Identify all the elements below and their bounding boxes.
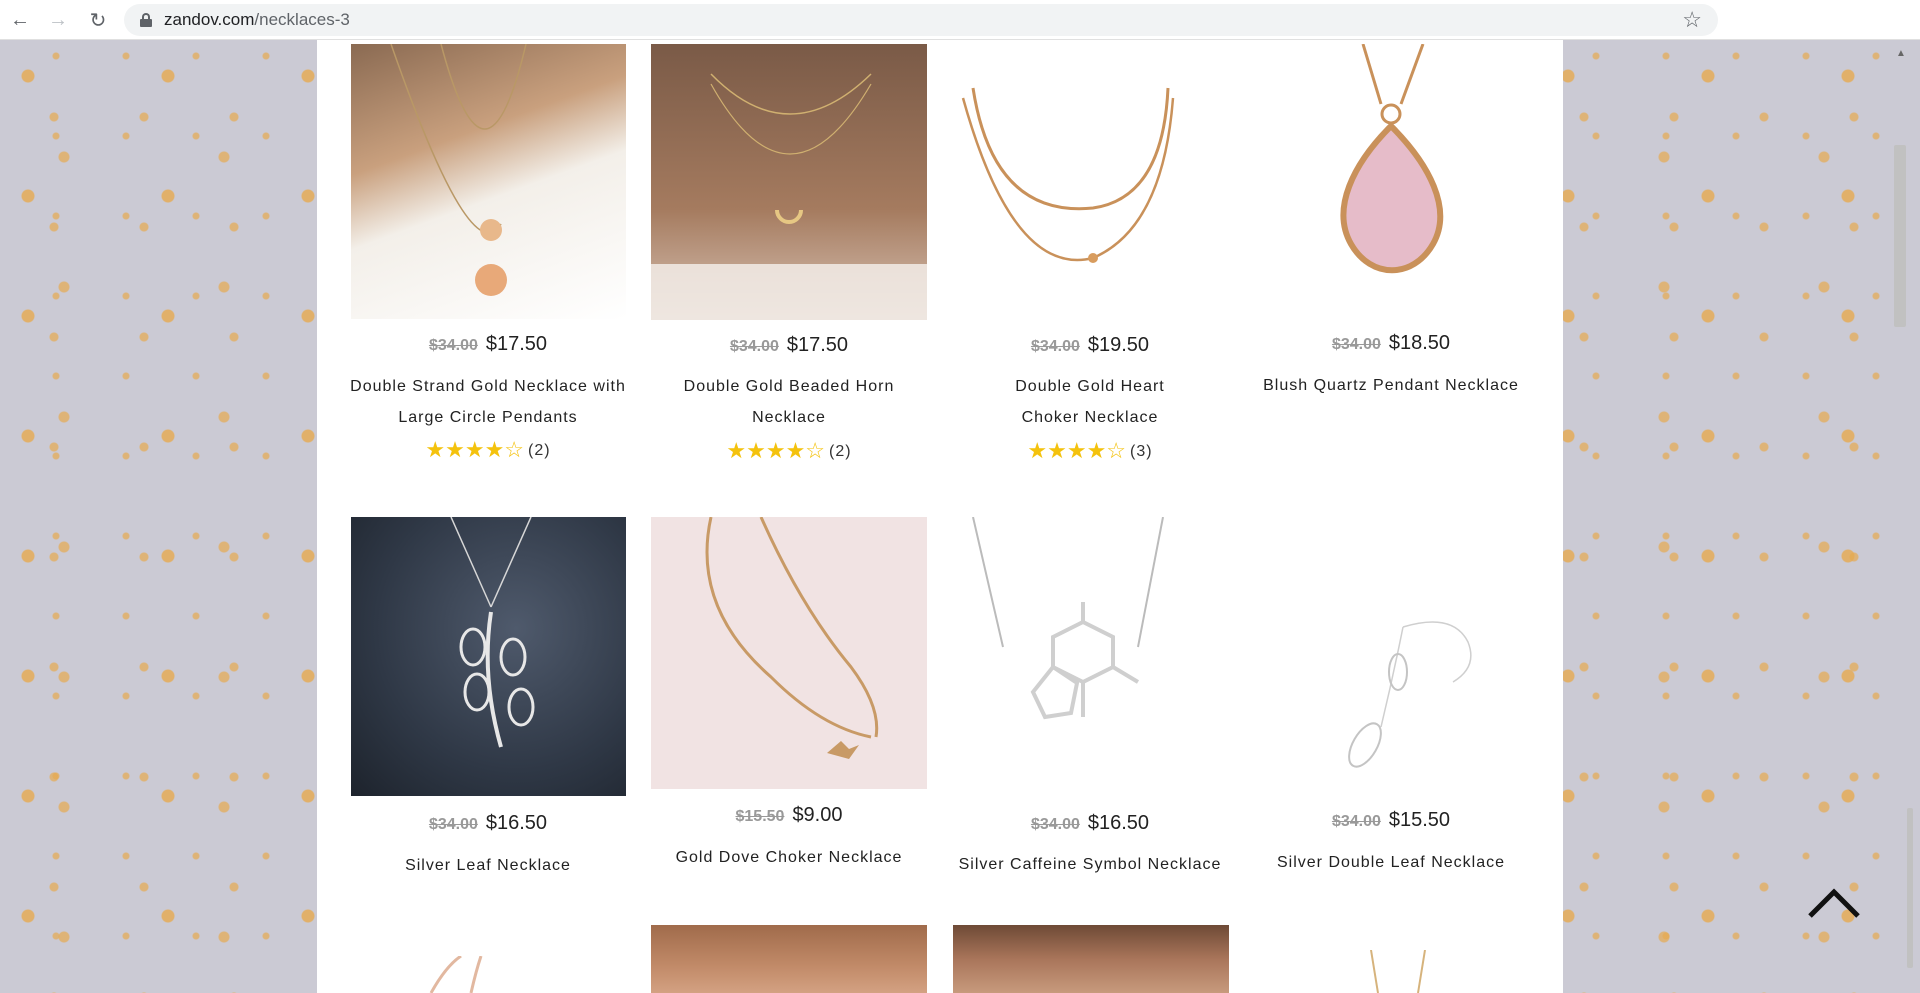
- url-text: zandov.com/necklaces-3: [164, 10, 350, 30]
- product-image[interactable]: [351, 517, 626, 796]
- necklace-image: [651, 73, 927, 320]
- price-row: $34.00 $17.50: [639, 334, 939, 357]
- original-price: $34.00: [1331, 336, 1381, 353]
- necklace-image: [429, 956, 483, 993]
- forward-arrow-icon[interactable]: →: [38, 0, 78, 40]
- star-rating-icon: ★★★★☆: [726, 438, 826, 463]
- product-rating: ★★★★☆ (3): [945, 438, 1235, 464]
- sale-price: $19.50: [1087, 334, 1150, 356]
- review-count[interactable]: (2): [829, 443, 852, 460]
- star-rating-icon: ★★★★☆: [425, 437, 525, 462]
- product-image[interactable]: [953, 925, 1229, 993]
- product-name[interactable]: Double Strand Gold Necklace with Large C…: [343, 371, 633, 433]
- price-row: $34.00 $15.50: [1241, 809, 1541, 832]
- product-image[interactable]: [1253, 517, 1529, 793]
- price-row: $34.00 $16.50: [940, 812, 1240, 835]
- necklace-image: [390, 44, 527, 296]
- original-price: $15.50: [735, 808, 785, 825]
- original-price: $34.00: [729, 338, 779, 355]
- product-image[interactable]: [351, 44, 626, 319]
- product-rating: ★★★★☆ (2): [343, 437, 633, 463]
- review-count[interactable]: (3): [1130, 443, 1153, 460]
- product-image[interactable]: [1253, 44, 1529, 320]
- sale-price: $17.50: [786, 334, 849, 356]
- browser-toolbar: ← → ↻ zandov.com/necklaces-3 ☆: [0, 0, 1920, 40]
- sale-price: $15.50: [1388, 809, 1451, 831]
- price-row: $34.00 $19.50: [940, 334, 1240, 357]
- product-image[interactable]: [651, 925, 927, 993]
- sale-price: $18.50: [1388, 332, 1451, 354]
- necklace-image: [450, 517, 535, 748]
- product-image[interactable]: [651, 517, 927, 789]
- original-price: $34.00: [428, 816, 478, 833]
- product-rating: ★★★★☆ (2): [644, 438, 934, 464]
- product-grid: $34.00 $17.50 $34.00 $17.50 $34.00 $19.50 $…: [317, 40, 1563, 993]
- sale-price: $16.50: [1087, 812, 1150, 834]
- original-price: $34.00: [1030, 338, 1080, 355]
- necklace-image: [1348, 621, 1472, 768]
- original-price: $34.00: [1030, 816, 1080, 833]
- sale-price: $17.50: [485, 333, 548, 355]
- review-count[interactable]: (2): [528, 442, 551, 459]
- product-name[interactable]: Silver Double Leaf Necklace: [1246, 847, 1536, 878]
- scroll-up-arrow-icon[interactable]: ▲: [1896, 48, 1906, 59]
- necklace-image: [705, 517, 879, 759]
- scroll-to-top-button[interactable]: [1806, 884, 1862, 924]
- product-name[interactable]: Blush Quartz Pendant Necklace: [1246, 370, 1536, 401]
- necklace-image: [1340, 44, 1444, 274]
- url-domain: zandov.com: [164, 10, 255, 29]
- star-rating-icon: ★★★★☆: [1027, 438, 1127, 463]
- address-bar[interactable]: zandov.com/necklaces-3 ☆: [124, 4, 1718, 36]
- original-price: $34.00: [1331, 813, 1381, 830]
- chevron-up-icon: [1808, 888, 1860, 918]
- star-icon[interactable]: ☆: [1682, 8, 1702, 32]
- price-row: $15.50 $9.00: [639, 804, 939, 827]
- product-image[interactable]: [651, 44, 927, 320]
- product-name[interactable]: Gold Dove Choker Necklace: [644, 842, 934, 873]
- price-row: $34.00 $18.50: [1241, 332, 1541, 355]
- product-image[interactable]: [953, 517, 1183, 757]
- product-name[interactable]: Double Gold Beaded Horn Necklace: [644, 371, 934, 433]
- price-row: $34.00 $17.50: [338, 333, 638, 356]
- scrollbar-thumb[interactable]: [1894, 145, 1906, 327]
- product-name[interactable]: Silver Caffeine Symbol Necklace: [945, 849, 1235, 880]
- original-price: $34.00: [428, 337, 478, 354]
- necklace-image: [972, 517, 1164, 720]
- product-name[interactable]: Double Gold Heart Choker Necklace: [945, 371, 1235, 433]
- sale-price: $16.50: [485, 812, 548, 834]
- lock-icon: [140, 13, 152, 27]
- reload-icon[interactable]: ↻: [78, 0, 118, 40]
- sale-price: $9.00: [792, 804, 843, 826]
- necklace-image: [961, 87, 1175, 263]
- product-image[interactable]: [351, 956, 626, 993]
- product-image[interactable]: [1253, 950, 1529, 993]
- back-arrow-icon[interactable]: ←: [0, 0, 40, 40]
- url-path: /necklaces-3: [254, 10, 350, 29]
- product-name[interactable]: Silver Leaf Necklace: [343, 850, 633, 881]
- scrollbar-thumb-secondary[interactable]: [1907, 808, 1913, 968]
- price-row: $34.00 $16.50: [338, 812, 638, 835]
- necklace-image: [1370, 950, 1426, 993]
- product-image[interactable]: [953, 78, 1183, 308]
